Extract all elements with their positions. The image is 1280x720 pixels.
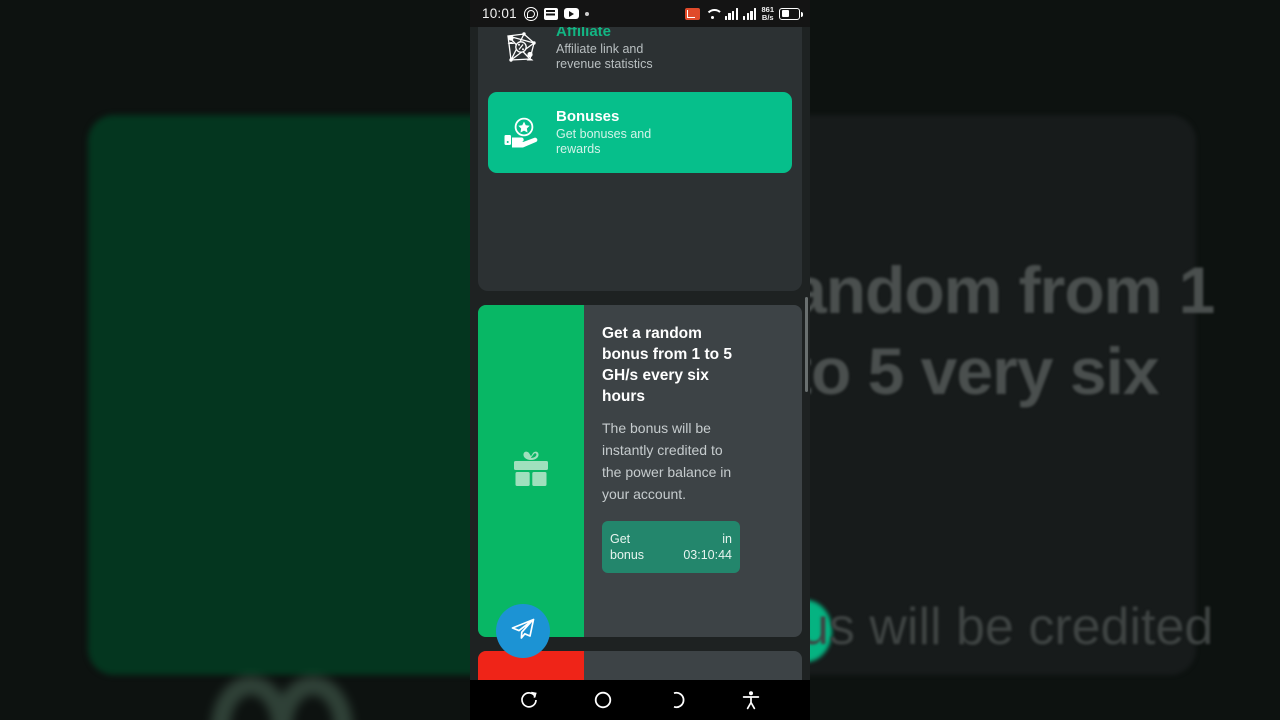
menu-item-text: Affiliate Affiliate link and revenue sta… (556, 27, 676, 72)
countdown-prefix: in (722, 532, 732, 546)
status-system-icons: 861 B/s (684, 5, 803, 22)
countdown-value: 03:10:44 (683, 548, 732, 562)
network-speed: 861 B/s (761, 5, 774, 22)
promo-body: The bonus will be instantly credited to … (602, 420, 732, 502)
background-body: us will be credited (800, 598, 1214, 656)
back-icon[interactable] (661, 684, 693, 716)
news-icon (543, 7, 558, 20)
screen: andom from 1 to 5 very six us will be cr… (0, 0, 1280, 720)
scrollbar[interactable] (805, 297, 808, 392)
bonus-hand-star-icon (500, 112, 542, 154)
status-time: 10:01 (482, 6, 517, 21)
get-bonus-countdown: in 03:10:44 (683, 531, 732, 563)
gift-icon (504, 442, 558, 501)
scroll-content[interactable]: Affiliate Affiliate link and revenue sta… (470, 27, 810, 680)
status-notification-icons (523, 6, 589, 21)
background-gift-bow-icon (211, 676, 365, 720)
menu-card: Affiliate Affiliate link and revenue sta… (478, 27, 802, 291)
menu-item-text: Bonuses Get bonuses and rewards (556, 108, 676, 157)
promo-icon-panel (478, 305, 584, 637)
background-green-panel (88, 115, 508, 675)
battery-icon (779, 7, 803, 20)
affiliate-network-icon (500, 27, 542, 69)
whatsapp-icon (523, 6, 538, 21)
cast-icon (684, 7, 700, 20)
android-navigation-bar (470, 680, 810, 720)
recent-apps-icon[interactable] (513, 684, 545, 716)
background-headline: andom from 1 to 5 very six (790, 253, 1215, 408)
promo-heading: Get a random bonus from 1 to 5 GH/s ever… (602, 325, 733, 405)
youtube-icon (563, 8, 579, 19)
telegram-fab-button[interactable] (496, 604, 550, 658)
menu-item-subtitle: Get bonuses and rewards (556, 127, 652, 156)
bonus-promo-card: Get a random bonus from 1 to 5 GH/s ever… (478, 305, 802, 637)
menu-item-subtitle: Affiliate link and revenue statistics (556, 42, 653, 71)
get-bonus-label: Get bonus (610, 532, 645, 562)
signal-icon-2 (743, 8, 757, 20)
get-bonus-button[interactable]: Get bonus in 03:10:44 (602, 521, 740, 573)
signal-icon-1 (724, 8, 739, 20)
menu-item-title: Affiliate (556, 27, 612, 40)
menu-item-bonuses[interactable]: Bonuses Get bonuses and rewards (488, 92, 792, 173)
network-speed-unit: B/s (761, 12, 774, 22)
status-bar: 10:01 861 B/s (470, 0, 810, 27)
dot-icon (584, 11, 589, 16)
wifi-icon (705, 8, 720, 20)
promo-text-panel: Get a random bonus from 1 to 5 GH/s ever… (584, 305, 802, 637)
menu-item-affiliate[interactable]: Affiliate Affiliate link and revenue sta… (488, 27, 792, 86)
accessibility-icon[interactable] (735, 684, 767, 716)
telegram-icon (508, 614, 538, 649)
phone-screen: 10:01 861 B/s Affiliate Affiliate link a… (470, 0, 810, 720)
home-icon[interactable] (587, 684, 619, 716)
menu-item-title: Bonuses (556, 108, 620, 125)
